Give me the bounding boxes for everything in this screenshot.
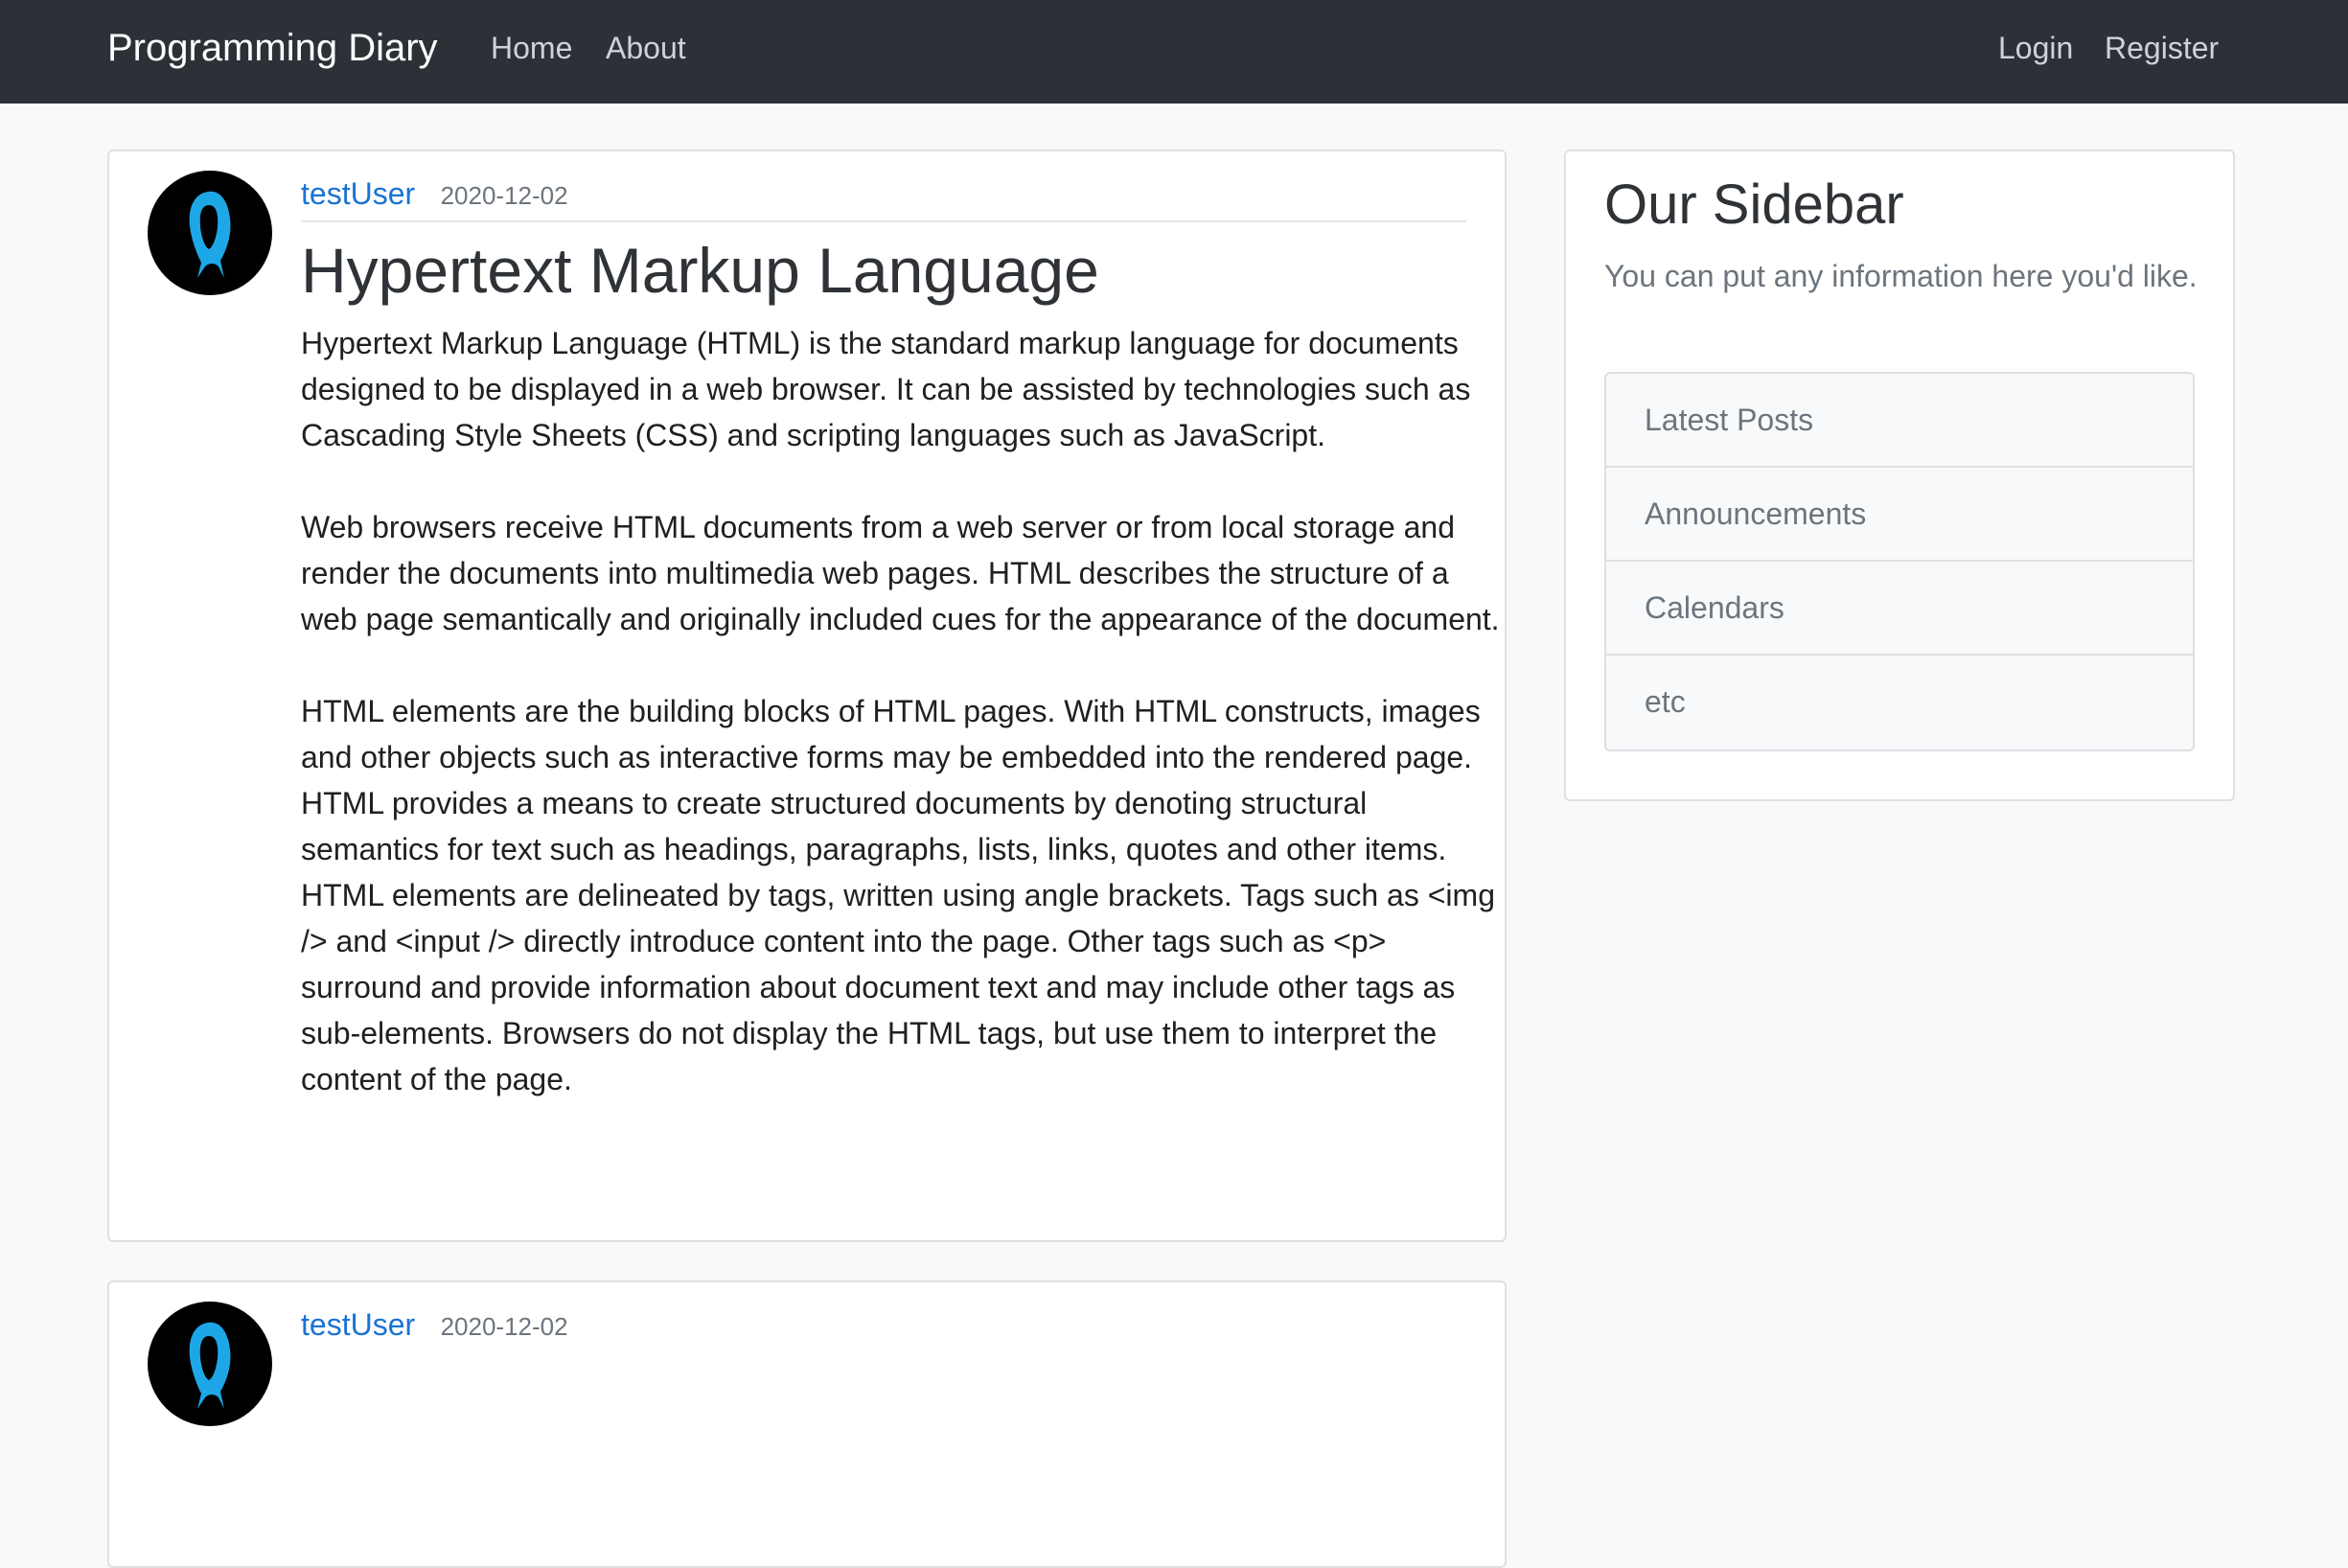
post-author-link[interactable]: testUser — [301, 176, 415, 211]
post-paragraph: Web browsers receive HTML documents from… — [301, 510, 1500, 636]
navbar: Programming Diary Home About Login Regis… — [0, 0, 2348, 104]
nav-register-link[interactable]: Register — [2105, 31, 2219, 66]
sidebar: Our Sidebar You can put any information … — [1564, 150, 2235, 801]
post-date: 2020-12-02 — [440, 1312, 568, 1341]
post-author-link[interactable]: testUser — [301, 1307, 415, 1342]
post-title-link[interactable]: Hypertext Markup Language — [301, 234, 1099, 307]
post-card: testUser 2020-12-02 — [107, 1280, 1507, 1568]
nav-login-link[interactable]: Login — [1998, 31, 2073, 66]
post-content: Hypertext Markup Language (HTML) is the … — [301, 320, 1508, 1148]
avatar-figure-icon — [189, 1322, 231, 1409]
meta-divider — [301, 220, 1466, 222]
brand-link[interactable]: Programming Diary — [107, 27, 438, 70]
sidebar-title: Our Sidebar — [1604, 173, 1904, 236]
post-paragraph: Hypertext Markup Language (HTML) is the … — [301, 326, 1471, 452]
sidebar-item-calendars[interactable]: Calendars — [1606, 562, 2193, 656]
sidebar-text: You can put any information here you'd l… — [1604, 259, 2198, 293]
author-avatar[interactable] — [148, 171, 272, 295]
sidebar-item-announcements[interactable]: Announcements — [1606, 468, 2193, 562]
sidebar-item-latest-posts[interactable]: Latest Posts — [1606, 374, 2193, 468]
avatar-figure-icon — [189, 191, 231, 278]
post-card: testUser 2020-12-02 Hypertext Markup Lan… — [107, 150, 1507, 1242]
nav-about-link[interactable]: About — [606, 31, 686, 66]
post-date: 2020-12-02 — [440, 181, 568, 210]
sidebar-list: Latest Posts Announcements Calendars etc — [1604, 372, 2195, 751]
post-meta: testUser 2020-12-02 — [301, 176, 568, 212]
nav-home-link[interactable]: Home — [491, 31, 572, 66]
post-paragraph: HTML elements are the building blocks of… — [301, 694, 1495, 1096]
sidebar-item-etc[interactable]: etc — [1606, 656, 2193, 749]
author-avatar[interactable] — [148, 1302, 272, 1426]
post-meta: testUser 2020-12-02 — [301, 1307, 568, 1343]
